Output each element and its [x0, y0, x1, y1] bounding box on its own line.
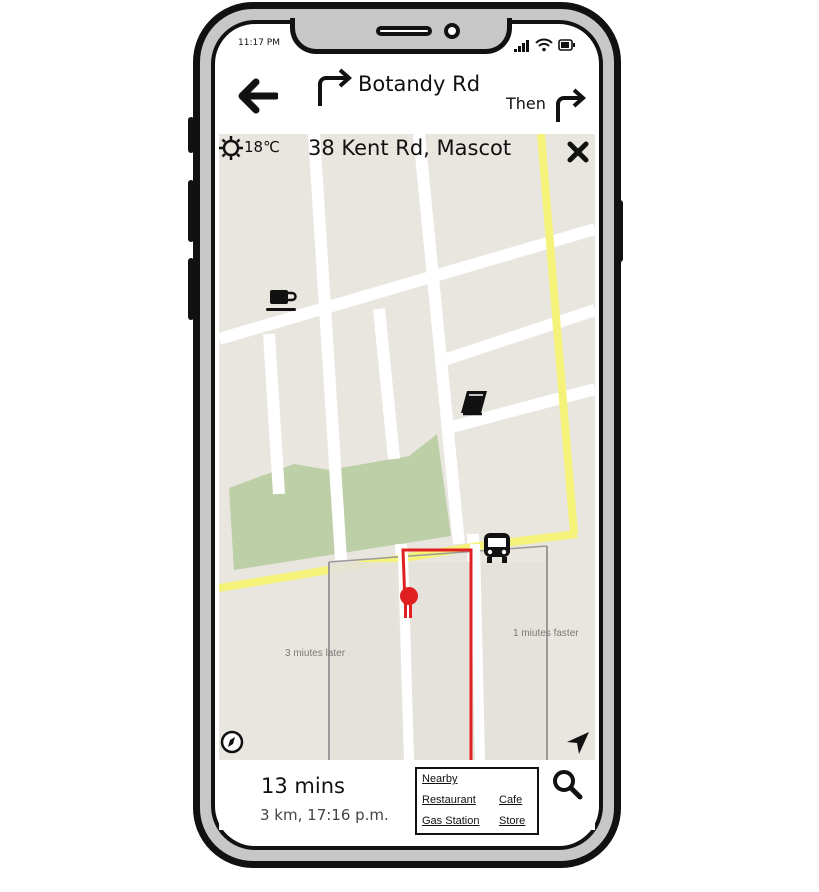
close-icon[interactable]	[566, 140, 590, 164]
mute-switch	[188, 117, 194, 153]
search-icon[interactable]	[551, 768, 583, 800]
battery-icon	[558, 39, 575, 51]
sun-icon	[219, 136, 243, 160]
map-view[interactable]	[219, 134, 595, 760]
map-canvas[interactable]	[219, 134, 595, 760]
notch	[290, 18, 512, 54]
trip-details: 3 km, 17:16 p.m.	[260, 806, 389, 824]
alt-route-label-later[interactable]: 3 miutes later	[285, 648, 345, 659]
nearby-restaurant-link[interactable]: Restaurant	[422, 794, 476, 806]
nearby-store-link[interactable]: Store	[499, 815, 525, 827]
nearby-panel: Nearby Restaurant Cafe Gas Station Store	[415, 767, 539, 835]
destination-address: 38 Kent Rd, Mascot	[308, 136, 512, 160]
wifi-icon	[535, 38, 553, 52]
book-icon[interactable]	[459, 389, 491, 419]
turn-right-arrow-icon	[318, 68, 353, 106]
alt-route-label-faster[interactable]: 1 miutes faster	[513, 628, 579, 639]
arrow-left-icon[interactable]	[236, 76, 278, 116]
trip-duration: 13 mins	[261, 774, 345, 798]
nearby-title[interactable]: Nearby	[422, 773, 457, 785]
next-turn-arrow-icon	[556, 88, 587, 122]
nearby-gas-station-link[interactable]: Gas Station	[422, 815, 479, 827]
signal-icon	[514, 40, 530, 52]
navigation-arrow-icon[interactable]	[565, 730, 591, 756]
compass-icon[interactable]	[220, 730, 244, 754]
volume-down-button	[188, 258, 194, 320]
volume-up-button	[188, 180, 194, 242]
map-pin-icon[interactable]	[397, 585, 421, 621]
temperature: 18℃	[244, 138, 280, 156]
current-street-name: Botandy Rd	[358, 72, 481, 96]
speaker	[376, 26, 432, 36]
then-label: Then	[506, 94, 546, 113]
nearby-cafe-link[interactable]: Cafe	[499, 794, 522, 806]
status-time: 11:17 PM	[238, 38, 280, 48]
front-camera	[444, 23, 460, 39]
alt-route-panel	[329, 562, 547, 760]
power-button	[617, 200, 623, 262]
coffee-cup-icon[interactable]	[265, 288, 299, 314]
bus-icon[interactable]	[481, 530, 513, 566]
